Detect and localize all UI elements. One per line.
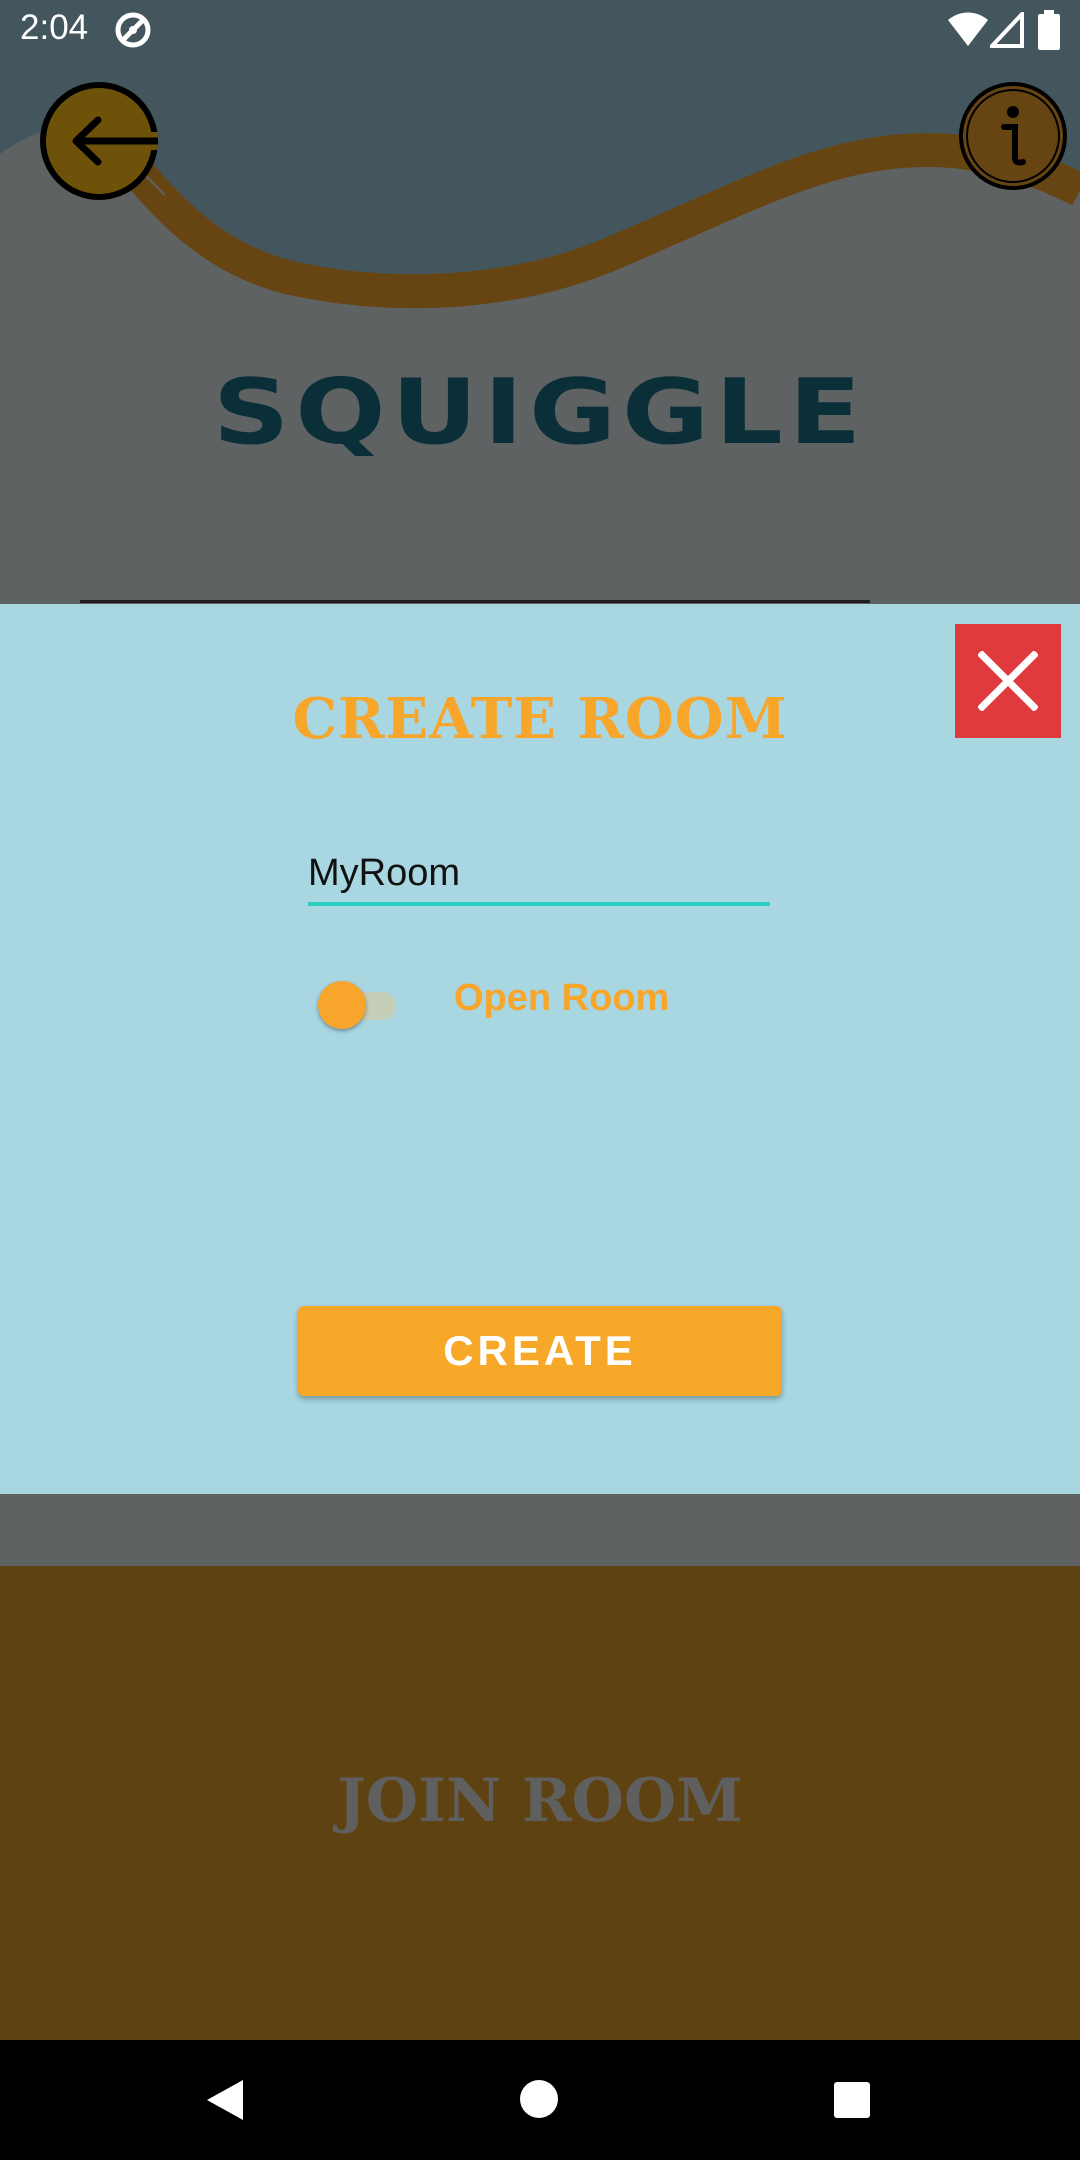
recents-icon[interactable]	[834, 2082, 870, 2118]
dialog-title: CREATE ROOM	[292, 686, 788, 752]
back-icon[interactable]	[205, 2078, 245, 2122]
header-divider	[80, 600, 870, 603]
header-background	[0, 0, 1080, 605]
sync-icon	[115, 12, 151, 48]
status-bar: 2:04	[0, 0, 1080, 60]
arrow-left-icon	[40, 82, 164, 200]
app-title: SQUIGGLE	[212, 360, 868, 465]
signal-icon	[990, 12, 1024, 48]
join-room-panel[interactable]: JOIN ROOM	[0, 1566, 1080, 2040]
battery-icon	[1038, 10, 1060, 50]
back-button[interactable]	[40, 82, 164, 200]
info-icon	[959, 82, 1067, 190]
status-time: 2:04	[20, 8, 89, 47]
create-button[interactable]: CREATE	[298, 1306, 782, 1396]
home-icon[interactable]	[520, 2080, 558, 2118]
open-room-label: Open Room	[454, 977, 670, 1019]
open-room-toggle[interactable]	[318, 978, 398, 1030]
create-room-dialog: CREATE ROOM Open Room CREATE	[0, 604, 1080, 1494]
background-strip	[0, 1494, 1080, 1566]
wifi-icon	[948, 12, 988, 46]
navigation-bar	[0, 2040, 1080, 2160]
toggle-thumb	[318, 981, 366, 1029]
info-button[interactable]	[957, 80, 1069, 192]
room-name-input[interactable]	[308, 844, 770, 906]
join-room-button[interactable]: JOIN ROOM	[0, 1766, 1080, 1836]
